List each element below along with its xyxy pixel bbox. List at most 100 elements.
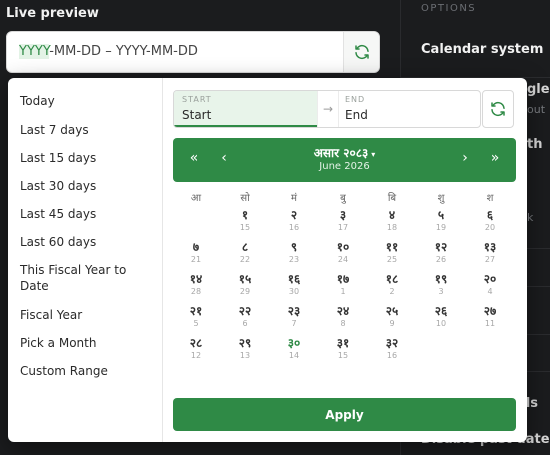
- day-cell[interactable]: ११ 25: [374, 240, 410, 266]
- day-cell[interactable]: २१ 5: [178, 304, 214, 330]
- day-number: ८: [241, 240, 249, 254]
- day-number: १५: [238, 272, 252, 286]
- arrow-right-icon: →: [317, 91, 339, 127]
- day-cell[interactable]: २८ 12: [178, 336, 214, 362]
- day-cell[interactable]: ५ 19: [423, 208, 459, 234]
- end-label: END: [345, 95, 366, 104]
- gregorian-day: 28: [190, 287, 202, 296]
- date-range-input-text: YYYY-MM-DD – YYYY-MM-DD: [19, 44, 198, 59]
- gregorian-day: 19: [435, 223, 447, 232]
- gregorian-day: 16: [386, 351, 398, 360]
- day-cell[interactable]: २ 16: [276, 208, 312, 234]
- day-cell[interactable]: ३१ 15: [325, 336, 361, 362]
- day-cell[interactable]: २४ 8: [325, 304, 361, 330]
- day-cell[interactable]: २९ 13: [227, 336, 263, 362]
- preset-last-30-days[interactable]: Last 30 days: [20, 178, 145, 194]
- preset-fiscal-year[interactable]: Fiscal Year: [20, 307, 145, 323]
- gregorian-day: 6: [242, 319, 248, 328]
- gregorian-day: 30: [288, 287, 300, 296]
- gregorian-day: 21: [190, 255, 202, 264]
- day-number: ३१: [336, 336, 350, 350]
- gregorian-day: 17: [337, 223, 349, 232]
- gregorian-day: 25: [386, 255, 398, 264]
- preset-list: Today Last 7 days Last 15 days Last 30 d…: [8, 78, 163, 442]
- start-label: START: [182, 95, 212, 104]
- day-number: २: [290, 208, 298, 222]
- preset-pick-a-month[interactable]: Pick a Month: [20, 335, 145, 351]
- day-cell[interactable]: १६ 30: [276, 272, 312, 298]
- refresh-icon: [491, 101, 505, 117]
- day-cell[interactable]: २६ 10: [423, 304, 459, 330]
- day-cell[interactable]: ३ 17: [325, 208, 361, 234]
- reset-range-button[interactable]: [482, 90, 514, 128]
- preset-fiscal-year-to-date[interactable]: This Fiscal Year to Date: [20, 262, 145, 294]
- day-number: १९: [434, 272, 448, 286]
- gregorian-day: 16: [288, 223, 300, 232]
- gregorian-day: 8: [340, 319, 346, 328]
- day-cell[interactable]: १२ 26: [423, 240, 459, 266]
- day-cell[interactable]: १५ 29: [227, 272, 263, 298]
- day-cell[interactable]: २३ 7: [276, 304, 312, 330]
- day-cell[interactable]: १७ 1: [325, 272, 361, 298]
- day-number: २१: [189, 304, 203, 318]
- gregorian-day: 1: [340, 287, 346, 296]
- day-number: २०: [483, 272, 497, 286]
- day-number: १४: [189, 272, 203, 286]
- end-date-field[interactable]: END End: [339, 91, 480, 127]
- apply-button[interactable]: Apply: [173, 398, 516, 431]
- day-cell[interactable]: १ 15: [227, 208, 263, 234]
- gregorian-day: 3: [438, 287, 444, 296]
- day-cell[interactable]: ३२ 16: [374, 336, 410, 362]
- day-cell[interactable]: १४ 28: [178, 272, 214, 298]
- preset-custom-range[interactable]: Custom Range: [20, 363, 145, 379]
- preset-last-45-days[interactable]: Last 45 days: [20, 206, 145, 222]
- day-cell[interactable]: ४ 18: [374, 208, 410, 234]
- start-value: Start: [182, 108, 212, 122]
- day-cell[interactable]: १८ 2: [374, 272, 410, 298]
- preset-last-15-days[interactable]: Last 15 days: [20, 150, 145, 166]
- weekday-label: मं: [291, 193, 297, 204]
- day-number: १: [241, 208, 249, 222]
- day-number: २३: [287, 304, 301, 318]
- day-cell-today[interactable]: ३० 14: [276, 336, 312, 362]
- weekday-label: श: [486, 193, 494, 204]
- weekday-label: शु: [437, 193, 445, 204]
- day-cell[interactable]: ९ 23: [276, 240, 312, 266]
- gregorian-day: 29: [239, 287, 251, 296]
- preset-today[interactable]: Today: [20, 93, 145, 109]
- refresh-icon: [354, 44, 369, 60]
- option-fragment-2: out: [527, 103, 546, 116]
- input-refresh-button[interactable]: [343, 32, 379, 72]
- day-cell[interactable]: १० 24: [325, 240, 361, 266]
- gregorian-day: 15: [337, 351, 349, 360]
- day-cell[interactable]: ८ 22: [227, 240, 263, 266]
- start-date-field[interactable]: START Start: [174, 91, 317, 127]
- day-number: १६: [287, 272, 301, 286]
- weekday-label: बि: [387, 193, 397, 204]
- gregorian-day: 4: [487, 287, 493, 296]
- gregorian-day: 12: [190, 351, 202, 360]
- date-range-picker-popup: Today Last 7 days Last 15 days Last 30 d…: [8, 78, 527, 442]
- day-cell[interactable]: ६ 20: [472, 208, 508, 234]
- option-fragment-3: th: [527, 137, 543, 152]
- weekday-label: आ: [190, 193, 202, 204]
- date-range-input[interactable]: YYYY-MM-DD – YYYY-MM-DD: [6, 31, 380, 73]
- day-cell[interactable]: २७ 11: [472, 304, 508, 330]
- gregorian-day: 7: [291, 319, 297, 328]
- day-cell[interactable]: १९ 3: [423, 272, 459, 298]
- day-cell[interactable]: २२ 6: [227, 304, 263, 330]
- preset-last-60-days[interactable]: Last 60 days: [20, 234, 145, 250]
- chevron-down-icon: ▾: [371, 150, 376, 159]
- day-number: २६: [434, 304, 448, 318]
- next-year-button[interactable]: »: [487, 150, 503, 166]
- day-cell[interactable]: २५ 9: [374, 304, 410, 330]
- day-cell[interactable]: ७ 21: [178, 240, 214, 266]
- calendar-header: « ‹ असार २०८३ ▾ June 2026 › »: [173, 138, 516, 182]
- day-cell[interactable]: १३ 27: [472, 240, 508, 266]
- preset-last-7-days[interactable]: Last 7 days: [20, 122, 145, 138]
- day-cell[interactable]: २० 4: [472, 272, 508, 298]
- gregorian-day: 27: [484, 255, 496, 264]
- gregorian-day: 26: [435, 255, 447, 264]
- next-month-button[interactable]: ›: [457, 150, 473, 166]
- day-number: २४: [336, 304, 350, 318]
